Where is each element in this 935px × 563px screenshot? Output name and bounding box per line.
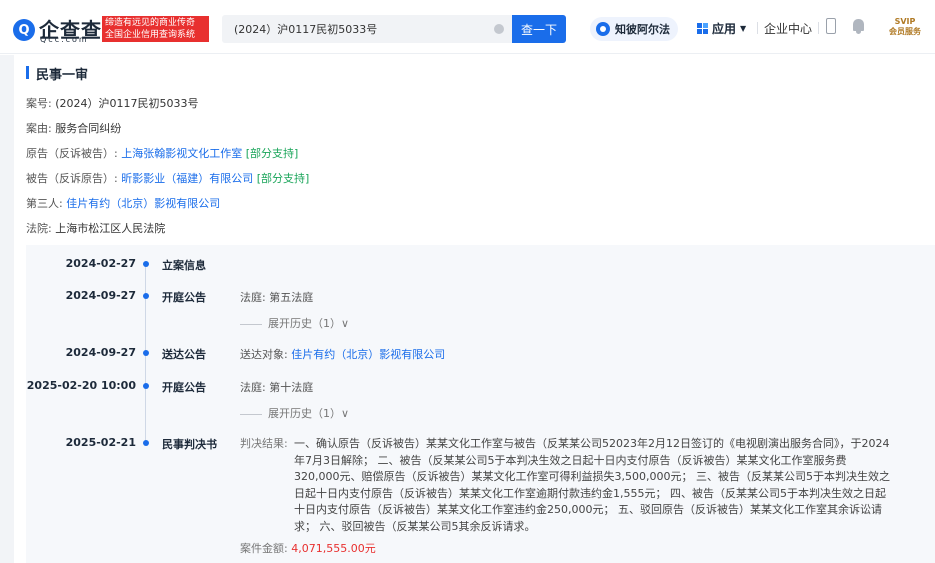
expand-history-button[interactable]: 展开历史（1）∨	[240, 405, 349, 421]
plaintiff-result-badge: [部分支持]	[245, 147, 299, 160]
search-input[interactable]: (2024）沪0117民初5033号	[222, 15, 512, 43]
timeline-date: 2024-02-27	[65, 257, 136, 270]
timeline-detail: 法庭: 第十法庭	[240, 379, 313, 395]
divider	[757, 22, 758, 34]
expand-history-label[interactable]: 展开历史（1）∨	[268, 407, 349, 420]
bell-icon[interactable]	[853, 19, 864, 34]
defendant-label: 被告（反诉原告）:	[26, 172, 118, 185]
defendant-row: 被告（反诉原告）: 昕影影业（福建）有限公司 [部分支持]	[26, 170, 309, 186]
timeline-date: 2025-02-20 10:00	[26, 379, 136, 392]
apps-grid-icon	[697, 23, 708, 34]
left-gutter	[0, 55, 14, 563]
caret-down-icon: ▼	[740, 24, 747, 33]
svip-badge[interactable]: SVIP 会员服务	[885, 17, 925, 37]
timeline-detail-label: 法庭:	[240, 291, 266, 304]
timeline-date: 2025-02-21	[65, 436, 136, 449]
zhibi-logo-icon	[596, 22, 610, 36]
timeline-title: 开庭公告	[162, 381, 206, 394]
svip-label: SVIP	[894, 17, 916, 26]
logo-icon[interactable]: Q	[13, 19, 35, 41]
divider	[818, 22, 819, 34]
dash-icon	[240, 323, 262, 325]
timeline-dot-icon	[143, 261, 149, 267]
slogan-line-2: 全国企业信用查询系统	[105, 30, 196, 40]
dash-icon	[240, 413, 262, 415]
logo-subtext: Qcc.com	[40, 35, 89, 44]
third-party-label: 第三人:	[26, 197, 63, 210]
case-number-value: (2024）沪0117民初5033号	[55, 97, 199, 110]
timeline-dot-icon	[143, 440, 149, 446]
court-label: 法院:	[26, 222, 52, 235]
svip-sublabel: 会员服务	[889, 27, 921, 36]
timeline-dot-icon	[143, 350, 149, 356]
timeline-detail-value: 第五法庭	[269, 291, 314, 304]
case-amount-value: 4,071,555.00元	[291, 542, 376, 555]
slogan-line-1: 缔造有远见的商业传奇	[105, 18, 196, 28]
timeline-detail: 法庭: 第五法庭	[240, 289, 313, 305]
case-number-label: 案号:	[26, 97, 52, 110]
court-value: 上海市松江区人民法院	[55, 222, 166, 235]
timeline-title: 立案信息	[162, 259, 206, 272]
apps-label: 应用	[712, 22, 737, 36]
page: Q 企查查 Qcc.com 缔造有远见的商业传奇 全国企业信用查询系统 (202…	[0, 0, 935, 563]
zhibi-alpha-button[interactable]: 知彼阿尔法	[590, 17, 678, 41]
plaintiff-row: 原告（反诉被告）: 上海张翰影视文化工作室 [部分支持]	[26, 145, 298, 161]
apps-menu[interactable]: 应用 ▼	[697, 20, 746, 37]
case-number-row: 案号: (2024）沪0117民初5033号	[26, 95, 199, 111]
timeline-detail-label: 法庭:	[240, 381, 266, 394]
third-party-row: 第三人: 佳片有约（北京）影视有限公司	[26, 195, 220, 211]
expand-history-label[interactable]: 展开历史（1）∨	[268, 317, 349, 330]
served-party-link[interactable]: 佳片有约（北京）影视有限公司	[291, 348, 445, 361]
timeline-date: 2024-09-27	[65, 289, 136, 302]
timeline-title: 送达公告	[162, 348, 206, 361]
case-amount: 案件金额: 4,071,555.00元	[240, 540, 376, 556]
slogan-banner: 缔造有远见的商业传奇 全国企业信用查询系统	[102, 16, 209, 42]
timeline-detail-value: 第十法庭	[269, 381, 314, 394]
clear-icon[interactable]	[494, 24, 504, 34]
judgment-result-label: 判决结果:	[240, 437, 288, 450]
timeline-detail: 送达对象: 佳片有约（北京）影视有限公司	[240, 346, 445, 362]
plaintiff-link[interactable]: 上海张翰影视文化工作室	[121, 147, 242, 160]
judgment-result: 判决结果: 一、确认原告（反诉被告）某某文化工作室与被告（反某某公司52023年…	[240, 436, 890, 535]
timeline-detail-label: 送达对象:	[240, 348, 288, 361]
timeline-date: 2024-09-27	[65, 346, 136, 359]
case-amount-label: 案件金额:	[240, 542, 288, 555]
plaintiff-label: 原告（反诉被告）:	[26, 147, 118, 160]
top-header: Q 企查查 Qcc.com 缔造有远见的商业传奇 全国企业信用查询系统 (202…	[0, 0, 935, 54]
court-row: 法院: 上海市松江区人民法院	[26, 220, 165, 236]
case-cause-value: 服务合同纠纷	[55, 122, 122, 135]
timeline-dot-icon	[143, 383, 149, 389]
timeline-title[interactable]: 民事判决书	[162, 436, 217, 452]
defendant-link[interactable]: 昕影影业（福建）有限公司	[121, 172, 253, 185]
section-title: 民事一审	[26, 64, 88, 83]
zhibi-label: 知彼阿尔法	[615, 23, 670, 36]
case-cause-row: 案由: 服务合同纠纷	[26, 120, 121, 136]
case-timeline: 2024-02-27 立案信息 2024-09-27 开庭公告 法庭: 第五法庭…	[26, 245, 935, 563]
case-cause-label: 案由:	[26, 122, 52, 135]
search-input-value[interactable]: (2024）沪0117民初5033号	[234, 21, 377, 37]
enterprise-center-link[interactable]: 企业中心	[764, 20, 812, 37]
phone-icon[interactable]	[826, 18, 836, 34]
third-party-link[interactable]: 佳片有约（北京）影视有限公司	[66, 197, 220, 210]
expand-history-button[interactable]: 展开历史（1）∨	[240, 315, 349, 331]
judgment-result-text: 一、确认原告（反诉被告）某某文化工作室与被告（反某某公司52023年2月12日签…	[294, 437, 890, 533]
search-button[interactable]: 查一下	[512, 15, 566, 43]
defendant-result-badge: [部分支持]	[256, 172, 310, 185]
timeline-dot-icon	[143, 293, 149, 299]
timeline-title: 开庭公告	[162, 291, 206, 304]
